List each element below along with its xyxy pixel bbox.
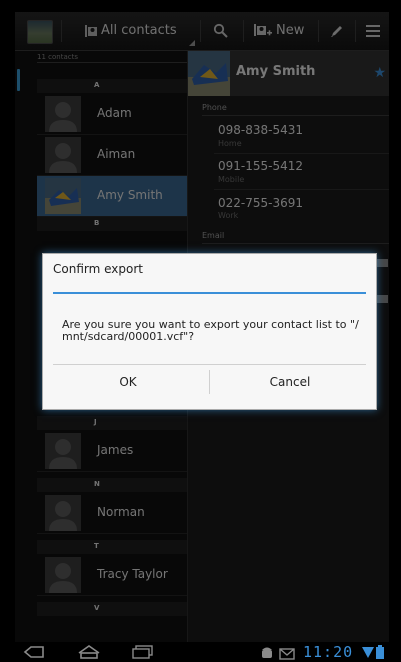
divider <box>209 370 210 394</box>
home-icon[interactable] <box>77 645 101 659</box>
recent-apps-icon[interactable] <box>131 645 155 659</box>
ok-button-label: OK <box>119 375 137 389</box>
cancel-button[interactable]: Cancel <box>215 365 365 401</box>
cancel-button-label: Cancel <box>269 375 311 389</box>
wifi-icon <box>362 647 374 658</box>
dialog-message: Are you sure you want to export your con… <box>62 318 359 343</box>
confirm-export-dialog: Confirm export Are you sure you want to … <box>42 253 377 410</box>
system-bar: 11:20 <box>15 642 389 662</box>
battery-icon <box>376 645 384 659</box>
dialog-title: Confirm export <box>53 262 143 276</box>
app-window: All contacts New <box>15 12 389 662</box>
clock: 11:20 <box>303 643 354 661</box>
email-notification-icon <box>279 648 295 660</box>
ok-button[interactable]: OK <box>53 365 203 401</box>
dialog-title-divider <box>53 292 366 294</box>
android-icon <box>262 647 272 658</box>
back-icon[interactable] <box>23 645 45 659</box>
